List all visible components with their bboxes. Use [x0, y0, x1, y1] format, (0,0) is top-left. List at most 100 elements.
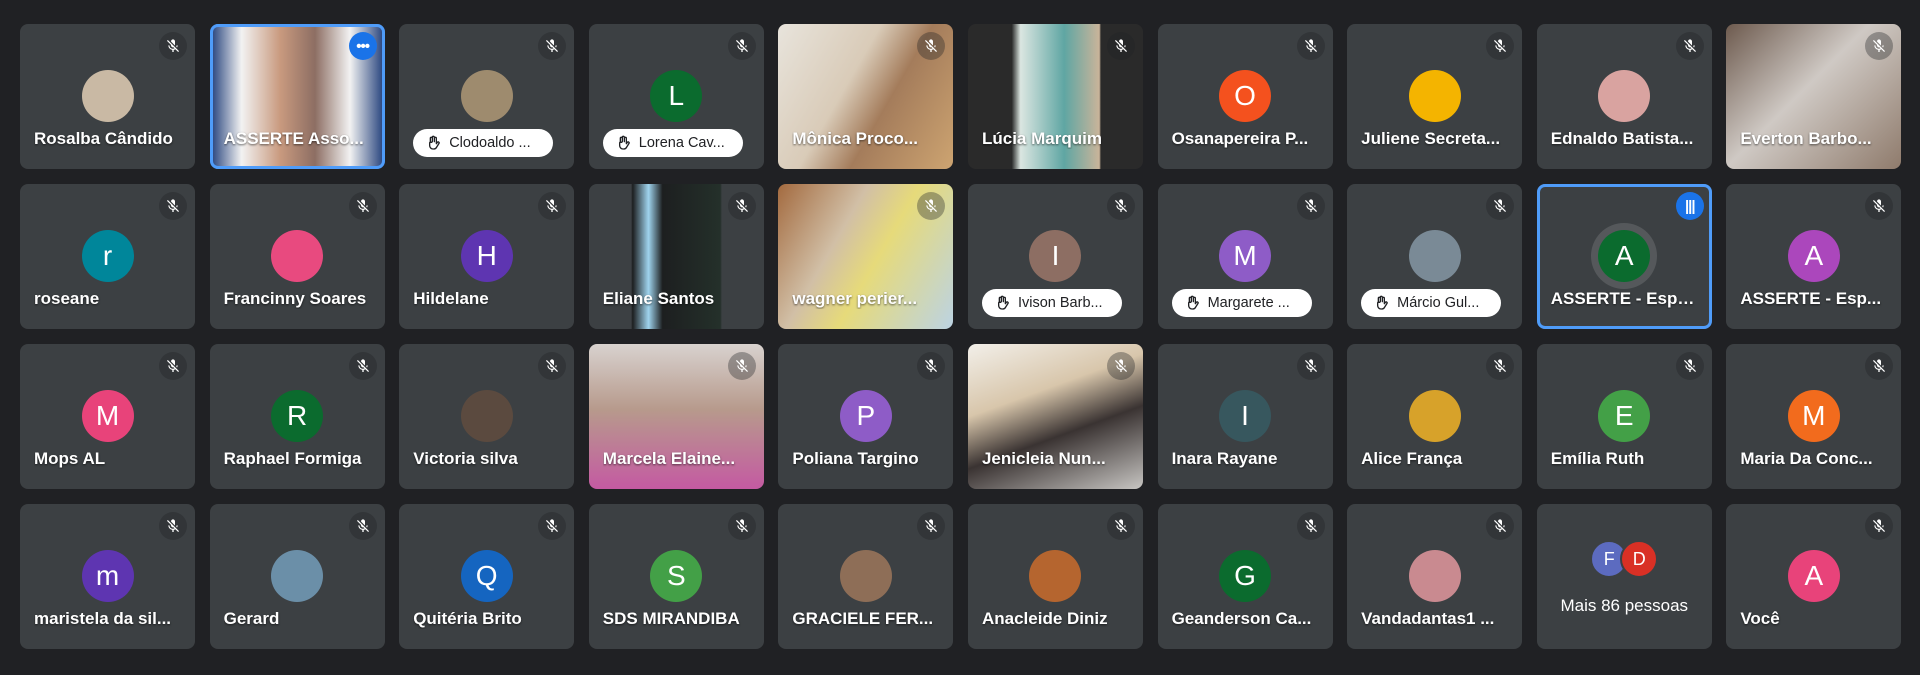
mic-off-icon: [356, 359, 369, 372]
participant-name: Alice França: [1361, 449, 1463, 468]
participant-tile[interactable]: Victoria silva: [399, 344, 575, 489]
avatar: [460, 70, 513, 122]
raised-hand-label: Márcio Gul...: [1361, 289, 1502, 317]
participant-tile[interactable]: Gerard: [209, 504, 385, 649]
participant-tile[interactable]: S SDS MIRANDIBA: [588, 504, 764, 649]
mic-off-indicator: [1486, 352, 1515, 380]
mic-off-indicator: [159, 32, 187, 60]
mic-off-icon: [1873, 39, 1886, 52]
mic-off-icon: [546, 39, 559, 52]
raised-hand-icon: [997, 295, 1009, 310]
speaking-indicator: |||: [1675, 192, 1704, 220]
participant-tile[interactable]: GRACIELE FER...: [778, 504, 954, 649]
mic-off-indicator: [727, 512, 756, 540]
mic-off-icon: [167, 199, 179, 212]
participant-tile[interactable]: M Mops AL: [20, 344, 195, 489]
mic-off-indicator: [348, 192, 377, 220]
avatar: H: [460, 230, 513, 282]
participant-tile[interactable]: ••• ASSERTE Asso...: [209, 24, 385, 169]
mic-off-icon: [1114, 359, 1127, 372]
participant-tile[interactable]: Vandadantas1 ...: [1347, 504, 1523, 649]
mic-off-icon: [1873, 519, 1886, 532]
participant-tile[interactable]: Everton Barbo...: [1726, 24, 1902, 169]
mic-off-icon: [1114, 519, 1127, 532]
mic-off-indicator: [538, 192, 567, 220]
participant-tile[interactable]: M Maria Da Conc...: [1726, 344, 1902, 489]
raised-hand-icon: [1187, 295, 1199, 310]
participant-tile[interactable]: Rosalba Cândido: [20, 24, 195, 169]
avatar: M: [81, 390, 134, 442]
more-people-tile[interactable]: F D Mais 86 pessoas: [1536, 504, 1712, 649]
participant-name: Eliane Santos: [602, 289, 715, 308]
participant-tile[interactable]: Marcela Elaine...: [588, 344, 764, 489]
participant-tile[interactable]: Mônica Proco...: [778, 24, 954, 169]
participant-tile[interactable]: M Margarete ...: [1157, 184, 1333, 329]
participant-tile[interactable]: R Raphael Formiga: [209, 344, 385, 489]
participant-tile[interactable]: m maristela da sil...: [20, 504, 195, 649]
mic-off-icon: [925, 39, 938, 52]
avatar: r: [81, 230, 134, 282]
participant-tile[interactable]: A ASSERTE - Esp...: [1726, 184, 1902, 329]
participant-name: Marcela Elaine...: [602, 449, 736, 468]
participant-name: Quitéria Brito: [413, 609, 522, 628]
participant-tile[interactable]: I Inara Rayane: [1157, 344, 1333, 489]
participant-tile[interactable]: A ||| ASSERTE - Espe...: [1536, 184, 1712, 329]
participant-tile[interactable]: Clodoaldo ...: [399, 24, 575, 169]
participant-tile[interactable]: A Você: [1726, 504, 1902, 649]
participant-name: Francinny Soares: [223, 289, 367, 308]
participant-tile[interactable]: L Lorena Cav...: [588, 24, 764, 169]
participant-tile[interactable]: Juliene Secreta...: [1347, 24, 1523, 169]
mic-off-indicator: [538, 32, 567, 60]
participant-name: Maria Da Conc...: [1740, 449, 1873, 468]
avatar: I: [1219, 390, 1272, 442]
participant-tile[interactable]: wagner perier...: [778, 184, 954, 329]
participant-name: Victoria silva: [413, 449, 518, 468]
participant-name: Anacleide Diniz: [981, 609, 1108, 628]
participant-tile[interactable]: E Emília Ruth: [1536, 344, 1712, 489]
participant-name: Everton Barbo...: [1740, 129, 1872, 148]
participant-tile[interactable]: Ednaldo Batista...: [1536, 24, 1712, 169]
avatar: M: [1787, 390, 1840, 442]
more-people-label: Mais 86 pessoas: [1560, 596, 1689, 615]
more-options-button[interactable]: •••: [348, 32, 377, 60]
participant-tile[interactable]: G Geanderson Ca...: [1157, 504, 1333, 649]
participant-tile[interactable]: O Osanapereira P...: [1157, 24, 1333, 169]
mic-off-indicator: [1865, 352, 1894, 380]
participant-tile[interactable]: Q Quitéria Brito: [399, 504, 575, 649]
participant-tile[interactable]: Jenicleia Nun...: [967, 344, 1143, 489]
mic-off-icon: [1304, 39, 1317, 52]
participant-tile[interactable]: I Ivison Barb...: [967, 184, 1143, 329]
avatar: m: [81, 550, 134, 602]
mic-off-icon: [1304, 519, 1317, 532]
participant-name: Jenicleia Nun...: [981, 449, 1106, 468]
mic-off-icon: [1494, 359, 1507, 372]
raised-hand-label: Margarete ...: [1171, 289, 1312, 317]
participant-tile[interactable]: Eliane Santos: [588, 184, 764, 329]
participant-tile[interactable]: Lúcia Marquim: [967, 24, 1143, 169]
participant-name: Inara Rayane: [1171, 449, 1278, 468]
mic-off-icon: [1683, 359, 1696, 372]
participant-tile[interactable]: H Hildelane: [399, 184, 575, 329]
participant-tile[interactable]: Anacleide Diniz: [967, 504, 1143, 649]
participant-tile[interactable]: r roseane: [20, 184, 195, 329]
mic-off-indicator: [1486, 512, 1515, 540]
participant-name: Você: [1740, 609, 1780, 628]
mic-off-indicator: [1106, 512, 1135, 540]
mic-off-icon: [1873, 359, 1886, 372]
participant-tile[interactable]: Francinny Soares: [209, 184, 385, 329]
avatar: [460, 390, 513, 442]
mic-off-indicator: [538, 512, 567, 540]
mic-off-indicator: [917, 32, 946, 60]
participant-tile[interactable]: Alice França: [1347, 344, 1523, 489]
avatar: [1408, 230, 1461, 282]
participant-tile[interactable]: P Poliana Targino: [778, 344, 954, 489]
avatar: L: [650, 70, 703, 122]
mic-off-indicator: [727, 32, 756, 60]
mic-off-indicator: [727, 192, 756, 220]
participant-name: Poliana Targino: [792, 449, 919, 468]
mic-off-icon: [546, 359, 559, 372]
mic-off-icon: [1114, 199, 1127, 212]
participant-tile[interactable]: Márcio Gul...: [1347, 184, 1523, 329]
participant-name: Margarete ...: [1207, 295, 1290, 311]
participant-name: ASSERTE - Espe...: [1550, 289, 1700, 308]
